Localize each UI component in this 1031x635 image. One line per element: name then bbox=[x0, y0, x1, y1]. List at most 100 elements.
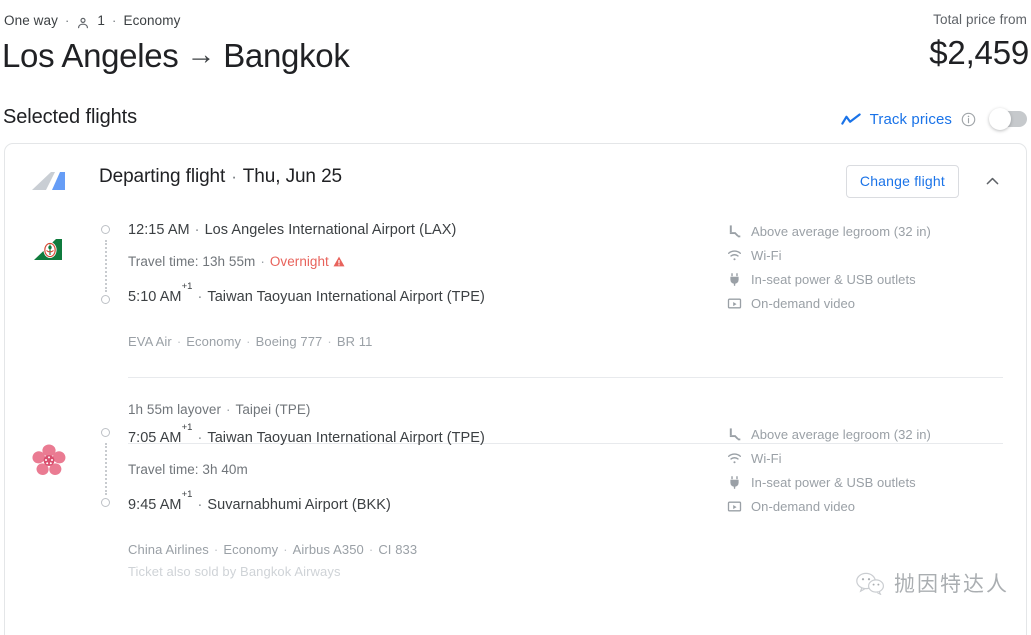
flight-segment-2: 7:05 AM+1· Taiwan Taoyuan International A… bbox=[5, 416, 1026, 579]
arrival-time: 9:45 AM bbox=[128, 496, 182, 513]
card-title: Departing flight · Thu, Jun 25 bbox=[99, 166, 342, 188]
travel-separator: · bbox=[260, 254, 265, 269]
legroom-icon bbox=[727, 427, 742, 442]
layover-city: Taipei (TPE) bbox=[235, 402, 311, 417]
toggle-knob bbox=[989, 108, 1011, 130]
change-flight-button[interactable]: Change flight bbox=[845, 165, 959, 198]
overnight-badge: Overnight bbox=[269, 254, 329, 269]
title-separator: · bbox=[231, 167, 237, 186]
amenity-video: On-demand video bbox=[727, 291, 931, 315]
destination-city: Bangkok bbox=[223, 37, 350, 74]
flight-segment-1: 12:15 AM · Los Angeles International Airpo… bbox=[5, 213, 1026, 359]
cabin-class-label: Economy bbox=[123, 13, 181, 28]
amenity-legroom: Above average legroom (32 in) bbox=[727, 219, 931, 243]
origin-city: Los Angeles bbox=[2, 37, 179, 74]
video-player-icon bbox=[727, 296, 742, 311]
layover-divider-top bbox=[128, 377, 1003, 378]
departure-airport: Los Angeles International Airport (LAX) bbox=[204, 222, 457, 238]
carrier-separator-3: · bbox=[327, 333, 332, 349]
aircraft-type: Boeing 777 bbox=[255, 333, 323, 349]
stop-separator: · bbox=[197, 429, 203, 446]
arrival-time: 5:10 AM bbox=[128, 288, 182, 305]
travel-time-value: Travel time: 3h 40m bbox=[128, 461, 248, 477]
carrier-separator-1: · bbox=[176, 333, 182, 349]
arrival-airport: Suvarnabhumi Airport (BKK) bbox=[207, 496, 391, 513]
airplane-tail-icon bbox=[30, 170, 70, 192]
power-plug-icon bbox=[727, 272, 742, 287]
power-plug-icon bbox=[727, 475, 742, 490]
cabin-label: Economy bbox=[223, 541, 279, 557]
segment-1-amenities: Above average legroom (32 in) Wi-Fi In-s… bbox=[727, 219, 931, 315]
meta-separator: · bbox=[64, 13, 70, 28]
passenger-count: 1 bbox=[97, 13, 106, 28]
stop-separator-2: · bbox=[197, 288, 203, 305]
amenity-legroom: Above average legroom (32 in) bbox=[727, 422, 931, 446]
amenity-label: Wi-Fi bbox=[751, 247, 782, 263]
track-prices-toggle[interactable] bbox=[989, 108, 1027, 130]
trip-meta: One way · 1 · Economy bbox=[4, 13, 180, 28]
amenity-power: In-seat power & USB outlets bbox=[727, 267, 931, 291]
page-title: Selected flights bbox=[3, 106, 138, 128]
carrier-separator-1: · bbox=[213, 541, 219, 557]
segment-2-carrier-info: China Airlines · Economy · Airbus A350 · CI 83… bbox=[128, 515, 1026, 557]
carrier-separator-2: · bbox=[246, 333, 251, 349]
info-icon[interactable] bbox=[961, 112, 976, 127]
amenity-label: On-demand video bbox=[751, 295, 856, 311]
departing-flight-card: Departing flight · Thu, Jun 25 Change flig… bbox=[4, 143, 1027, 635]
watermark: 抛因特达人 bbox=[855, 568, 1009, 598]
track-prices-label[interactable]: Track prices bbox=[870, 111, 952, 128]
flight-itinerary-page: One way · 1 · Economy Total price from L… bbox=[0, 0, 1031, 635]
flight-number: BR 11 bbox=[336, 333, 373, 349]
amenity-label: On-demand video bbox=[751, 498, 856, 514]
segment-2-amenities: Above average legroom (32 in) Wi-Fi In-s… bbox=[727, 422, 931, 518]
arrow-icon: → bbox=[186, 39, 216, 71]
departure-airport: Taiwan Taoyuan International Airport (TP… bbox=[207, 429, 485, 446]
total-price: $2,459 bbox=[929, 34, 1029, 71]
amenity-label: In-seat power & USB outlets bbox=[751, 474, 916, 490]
aircraft-type: Airbus A350 bbox=[292, 541, 364, 557]
amenity-label: Wi-Fi bbox=[751, 450, 782, 466]
trend-line-icon bbox=[840, 112, 861, 127]
departure-time: 12:15 AM bbox=[128, 222, 190, 238]
total-price-label: Total price from bbox=[933, 12, 1027, 27]
layover-duration: 1h 55m layover bbox=[128, 402, 221, 417]
amenity-label: In-seat power & USB outlets bbox=[751, 271, 916, 287]
layover-separator: · bbox=[226, 402, 231, 417]
departure-day-offset: +1 bbox=[181, 422, 193, 434]
carrier-name: China Airlines bbox=[128, 541, 209, 557]
amenity-wifi: Wi-Fi bbox=[727, 243, 931, 267]
legroom-icon bbox=[727, 224, 742, 239]
meta-separator-2: · bbox=[112, 13, 117, 28]
arrival-day-offset: +1 bbox=[181, 281, 193, 293]
watermark-text: 抛因特达人 bbox=[894, 572, 1009, 596]
layover-info: 1h 55m layover · Taipei (TPE) bbox=[128, 402, 310, 417]
video-player-icon bbox=[727, 499, 742, 514]
cabin-label: Economy bbox=[186, 333, 242, 349]
amenity-power: In-seat power & USB outlets bbox=[727, 470, 931, 494]
stop-separator: · bbox=[194, 222, 200, 238]
person-icon bbox=[76, 16, 90, 30]
amenity-label: Above average legroom (32 in) bbox=[751, 223, 931, 239]
trip-type-label: One way bbox=[4, 13, 58, 28]
warning-triangle-icon bbox=[333, 255, 345, 267]
stop-separator-2: · bbox=[197, 496, 203, 513]
amenity-video: On-demand video bbox=[727, 494, 931, 518]
route-heading: Los Angeles → Bangkok bbox=[2, 37, 350, 75]
collapse-card-button[interactable] bbox=[981, 170, 1003, 192]
track-prices-control[interactable]: Track prices bbox=[840, 106, 1027, 132]
arrival-day-offset: +1 bbox=[181, 489, 193, 501]
departing-flight-label: Departing flight bbox=[99, 166, 226, 187]
wifi-icon bbox=[727, 451, 742, 466]
flight-date: Thu, Jun 25 bbox=[242, 166, 343, 187]
arrival-airport: Taiwan Taoyuan International Airport (TP… bbox=[207, 288, 485, 305]
carrier-separator-2: · bbox=[283, 541, 288, 557]
amenity-wifi: Wi-Fi bbox=[727, 446, 931, 470]
departure-time: 7:05 AM bbox=[128, 429, 182, 446]
flight-number: CI 833 bbox=[378, 541, 418, 557]
wifi-icon bbox=[727, 248, 742, 263]
carrier-separator-3: · bbox=[368, 541, 374, 557]
card-header: Departing flight · Thu, Jun 25 Change flig… bbox=[5, 144, 1026, 213]
travel-time-value: Travel time: 13h 55m bbox=[128, 254, 256, 269]
amenity-label: Above average legroom (32 in) bbox=[751, 426, 931, 442]
carrier-name: EVA Air bbox=[128, 333, 172, 349]
